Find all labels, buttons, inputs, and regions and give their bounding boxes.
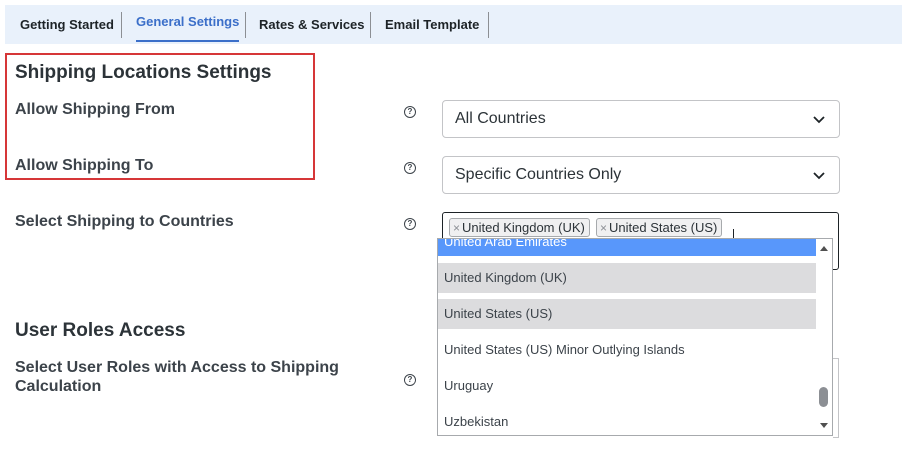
settings-tabs: Getting Started General Settings Rates &… bbox=[5, 5, 902, 44]
selected-country-tag-label: United Kingdom (UK) bbox=[462, 220, 585, 235]
tab-divider bbox=[370, 12, 371, 38]
remove-tag-icon[interactable]: × bbox=[453, 221, 460, 235]
selected-country-tag: × United Kingdom (UK) bbox=[449, 218, 590, 237]
chevron-down-icon bbox=[813, 116, 825, 124]
user-roles-select[interactable] bbox=[833, 358, 839, 438]
tab-divider bbox=[245, 12, 246, 38]
scroll-up-icon[interactable] bbox=[820, 246, 828, 251]
select-user-roles-label-line2: Calculation bbox=[15, 378, 102, 395]
section-title-user-roles: User Roles Access bbox=[15, 320, 186, 341]
countries-dropdown-list: United Arab Emirates United Kingdom (UK)… bbox=[437, 238, 833, 436]
select-shipping-countries-label: Select Shipping to Countries bbox=[15, 213, 234, 230]
help-circle-icon[interactable]: ? bbox=[404, 106, 416, 118]
tab-divider bbox=[121, 12, 122, 38]
selected-country-tag-label: United States (US) bbox=[609, 220, 718, 235]
dropdown-option[interactable]: United Arab Emirates bbox=[438, 239, 816, 256]
allow-shipping-from-label: Allow Shipping From bbox=[15, 101, 175, 118]
tab-general-settings[interactable]: General Settings bbox=[136, 5, 240, 44]
select-user-roles-label: Select User Roles with Access to Shippin… bbox=[15, 358, 339, 396]
remove-tag-icon[interactable]: × bbox=[600, 221, 607, 235]
tab-getting-started[interactable]: Getting Started bbox=[20, 5, 114, 44]
help-circle-icon[interactable]: ? bbox=[404, 374, 416, 386]
select-user-roles-label-line1: Select User Roles with Access to Shippin… bbox=[15, 359, 339, 376]
section-title-shipping-locations: Shipping Locations Settings bbox=[15, 62, 272, 83]
tab-divider bbox=[488, 12, 489, 38]
allow-shipping-to-select[interactable]: Specific Countries Only bbox=[442, 156, 840, 194]
scrollbar-thumb[interactable] bbox=[819, 387, 828, 407]
allow-shipping-to-value: Specific Countries Only bbox=[455, 166, 622, 183]
dropdown-option[interactable]: United States (US) Minor Outlying Island… bbox=[438, 335, 816, 365]
active-tab-underline bbox=[136, 40, 240, 42]
help-circle-icon[interactable]: ? bbox=[404, 218, 416, 230]
dropdown-option[interactable]: United Kingdom (UK) bbox=[438, 263, 816, 293]
dropdown-scrollbar[interactable] bbox=[816, 239, 832, 435]
dropdown-option[interactable]: United States (US) bbox=[438, 299, 816, 329]
tab-email-template[interactable]: Email Template bbox=[385, 5, 479, 44]
chevron-down-icon bbox=[813, 172, 825, 180]
allow-shipping-from-select[interactable]: All Countries bbox=[442, 100, 840, 138]
dropdown-option[interactable]: Uruguay bbox=[438, 371, 816, 401]
allow-shipping-to-label: Allow Shipping To bbox=[15, 157, 154, 174]
allow-shipping-from-value: All Countries bbox=[455, 110, 546, 127]
tab-general-settings-label: General Settings bbox=[136, 14, 240, 29]
tab-rates-services[interactable]: Rates & Services bbox=[259, 5, 365, 44]
selected-country-tag: × United States (US) bbox=[596, 218, 723, 237]
scroll-down-icon[interactable] bbox=[820, 423, 828, 428]
dropdown-option[interactable]: Uzbekistan bbox=[438, 407, 816, 435]
help-circle-icon[interactable]: ? bbox=[404, 162, 416, 174]
